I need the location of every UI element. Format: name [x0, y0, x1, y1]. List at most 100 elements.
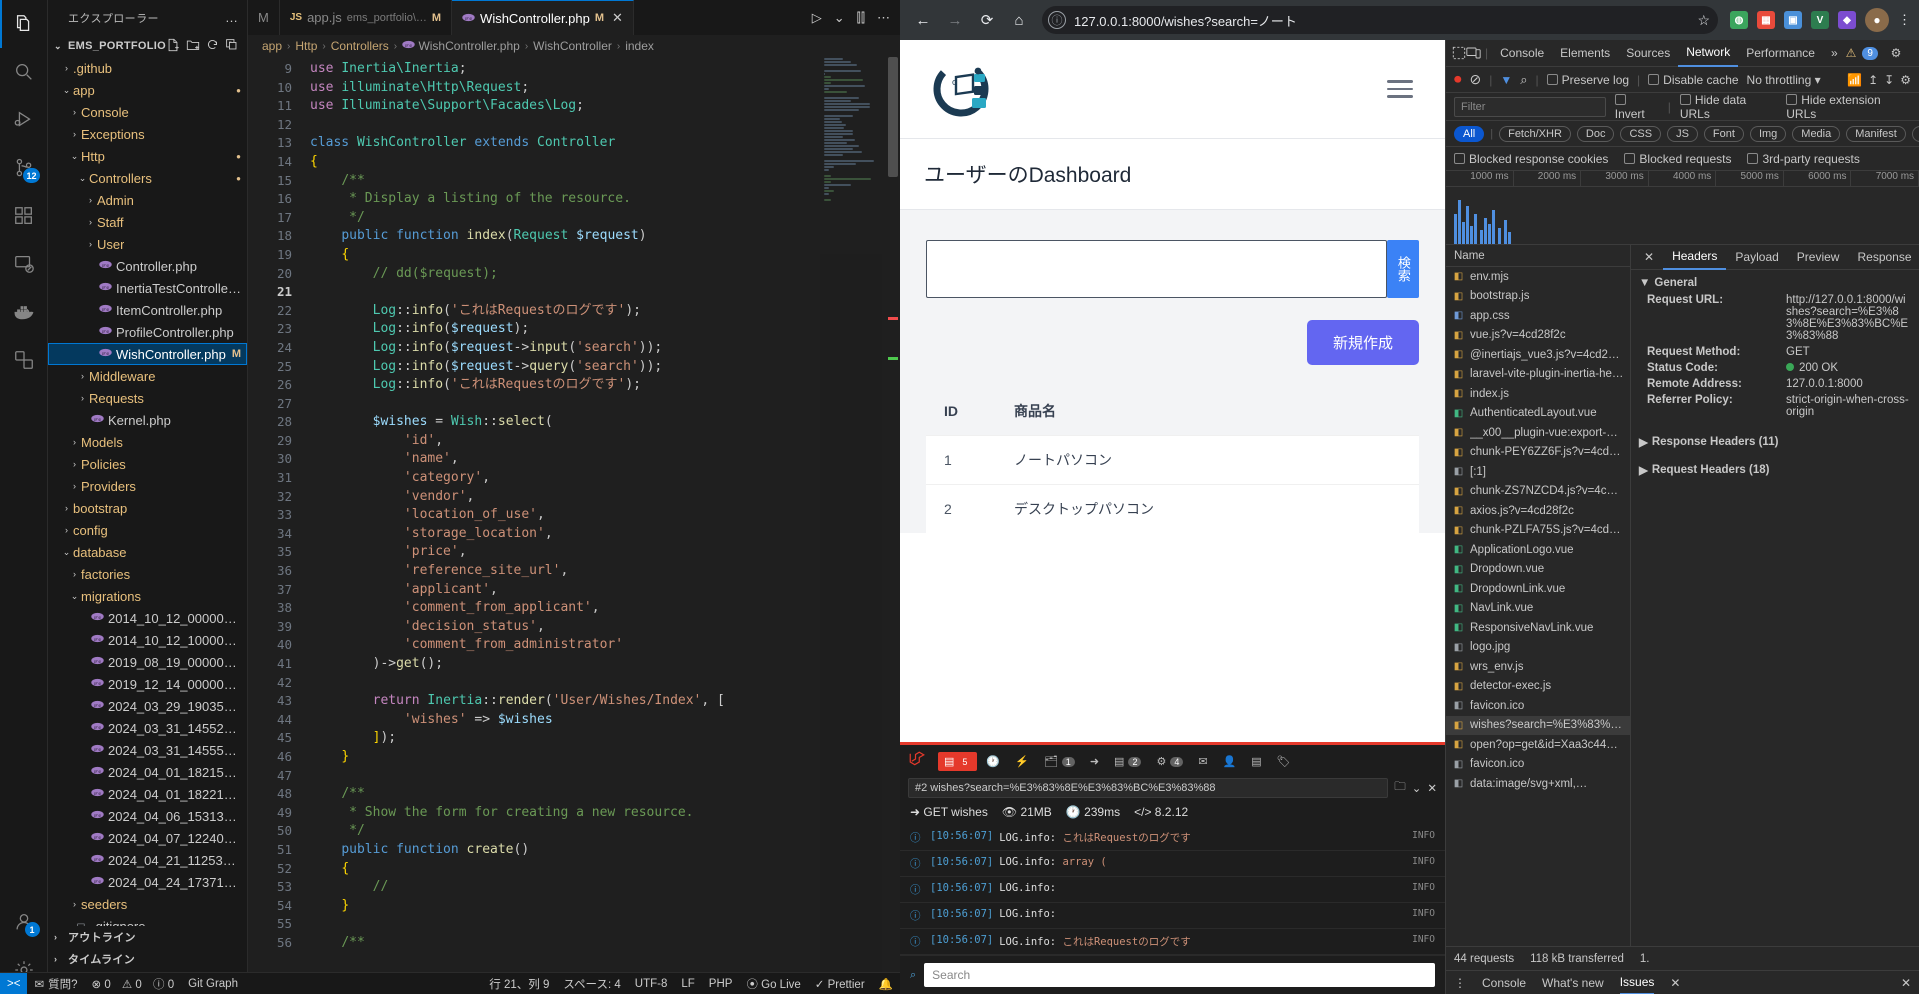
code-line[interactable]: 'wishes' => $wishes: [310, 711, 900, 730]
code-line[interactable]: use illuminate\Http\Request;: [310, 79, 900, 98]
extension-blue-icon[interactable]: ▣: [1784, 11, 1802, 29]
headers-body[interactable]: ▼ General Request URL: http://127.0.0.1:8…: [1631, 270, 1919, 946]
code-line[interactable]: Log::info($request->query('search'));: [310, 358, 900, 377]
code-line[interactable]: 'vendor',: [310, 488, 900, 507]
invert-checkbox[interactable]: Invert: [1614, 93, 1659, 121]
code-line[interactable]: */: [310, 209, 900, 228]
network-request-row[interactable]: ◧ chunk-ZS7NZCD4.js?v=4cd28f2c: [1446, 482, 1630, 502]
route-tab[interactable]: ➜: [1084, 752, 1105, 771]
tree-file[interactable]: php Controller.php: [48, 255, 247, 277]
clear-network-icon[interactable]: ⊘: [1470, 71, 1482, 88]
tree-file[interactable]: ◻.gitignore: [48, 915, 247, 927]
network-request-row[interactable]: ◧ chunk-PZLFA75S.js?v=4cd28f2c: [1446, 521, 1630, 541]
blocked-requests-checkbox[interactable]: Blocked requests: [1624, 152, 1731, 166]
breadcrumb-item[interactable]: WishController: [533, 39, 612, 53]
code-line[interactable]: use Inertia\Inertia;: [310, 60, 900, 79]
editor-tabs[interactable]: M JS app.js ems_portfolio\… Mphp WishControll…: [248, 0, 900, 35]
editor-tab[interactable]: M: [248, 0, 280, 35]
type-filter-media[interactable]: Media: [1792, 125, 1841, 142]
type-filter-font[interactable]: Font: [1703, 125, 1744, 142]
extension-purple-icon[interactable]: ◆: [1838, 11, 1856, 29]
code-line[interactable]: 'comment_from_administrator': [310, 636, 900, 655]
editor-tab[interactable]: php WishController.php M ✕: [452, 0, 634, 35]
explorer-icon[interactable]: [0, 0, 48, 48]
network-request-row[interactable]: ◧ open?op=get&id=Xaa3c44bf6…: [1446, 735, 1630, 755]
extension-v-icon[interactable]: V: [1811, 11, 1829, 29]
network-request-row[interactable]: ◧ index.js: [1446, 384, 1630, 404]
type-filter-manifest[interactable]: Manifest: [1846, 125, 1906, 142]
network-request-row[interactable]: ◧ Dropdown.vue: [1446, 560, 1630, 580]
tree-folder[interactable]: ⌄ app ●: [48, 79, 247, 101]
create-new-button[interactable]: 新規作成: [1306, 320, 1419, 365]
back-icon[interactable]: ←: [908, 5, 938, 35]
tree-file[interactable]: php ItemController.php: [48, 299, 247, 321]
timeline-section[interactable]: › タイムライン: [48, 948, 247, 970]
search-input[interactable]: [926, 240, 1387, 298]
new-folder-icon[interactable]: [186, 38, 200, 55]
code-content[interactable]: use Inertia\Inertia; use illuminate\Http\…: [300, 57, 900, 994]
testing-icon[interactable]: [0, 336, 48, 384]
code-line[interactable]: Log::info('これはRequestのログです');: [310, 376, 900, 395]
type-filter-css[interactable]: CSS: [1620, 125, 1662, 142]
code-line[interactable]: [310, 395, 900, 414]
tree-folder[interactable]: › seeders: [48, 893, 247, 915]
close-icon[interactable]: ✕: [1427, 781, 1437, 795]
code-line[interactable]: //: [310, 878, 900, 897]
export-har-icon[interactable]: ↧: [1884, 73, 1894, 87]
detail-tab-preview[interactable]: Preview: [1788, 245, 1849, 270]
code-line[interactable]: 'decision_status',: [310, 618, 900, 637]
tree-file[interactable]: php ProfileController.php: [48, 321, 247, 343]
breadcrumb[interactable]: app › Http › Controllers › php WishController.…: [248, 35, 900, 57]
code-line[interactable]: 'reference_site_url',: [310, 562, 900, 581]
outline-section[interactable]: › アウトライン: [48, 926, 247, 948]
scrollbar-thumb[interactable]: [888, 57, 898, 177]
split-editor-icon[interactable]: ⫿⫿: [857, 10, 865, 26]
git-graph-button[interactable]: Git Graph: [181, 973, 245, 994]
detail-close-icon[interactable]: ✕: [1635, 245, 1663, 270]
network-request-row[interactable]: ◧ laravel-vite-plugin-inertia-help…: [1446, 365, 1630, 385]
network-request-row[interactable]: ◧ DropdownLink.vue: [1446, 579, 1630, 599]
detail-tab-response[interactable]: Response: [1848, 245, 1919, 270]
request-rows[interactable]: ◧ env.mjs ◧ bootstrap.js ◧ app.css ◧ vue.js?v=4…: [1446, 267, 1630, 946]
filter-input[interactable]: Filter: [1454, 96, 1606, 117]
detail-tab-payload[interactable]: Payload: [1726, 245, 1787, 270]
folder-icon[interactable]: 🗀: [1394, 779, 1406, 798]
code-line[interactable]: {: [310, 153, 900, 172]
code-line[interactable]: 'storage_location',: [310, 525, 900, 544]
tree-file[interactable]: php 2024_03_31_145525_create_staff…: [48, 717, 247, 739]
code-line[interactable]: 'applicant',: [310, 581, 900, 600]
search-icon[interactable]: ⌕: [1520, 72, 1527, 88]
run-debug-icon[interactable]: [0, 96, 48, 144]
code-line[interactable]: * Display a listing of the resource.: [310, 190, 900, 209]
drawer-tab-console[interactable]: Console: [1482, 976, 1526, 990]
network-request-row[interactable]: ◧ ApplicationLogo.vue: [1446, 540, 1630, 560]
tree-folder[interactable]: › config: [48, 519, 247, 541]
run-chevron-icon[interactable]: ⌄: [834, 10, 845, 26]
drawer-tab-issues[interactable]: Issues: [1619, 971, 1655, 994]
import-har-icon[interactable]: ↥: [1868, 73, 1878, 87]
encoding[interactable]: UTF-8: [628, 973, 675, 994]
tree-folder[interactable]: › Middleware: [48, 365, 247, 387]
gate-tab[interactable]: ▤: [1245, 752, 1267, 771]
chevron-down-icon[interactable]: ⌄: [1412, 781, 1422, 795]
reload-icon[interactable]: ⟳: [972, 5, 1002, 35]
general-group[interactable]: ▼ General: [1631, 274, 1919, 292]
code-line[interactable]: 'category',: [310, 469, 900, 488]
breadcrumb-item[interactable]: index: [625, 39, 654, 53]
code-line[interactable]: Log::info($request->input('search'));: [310, 339, 900, 358]
code-line[interactable]: Log::info($request);: [310, 320, 900, 339]
tree-folder[interactable]: › bootstrap: [48, 497, 247, 519]
drawer-close-right-icon[interactable]: ✕: [1901, 976, 1911, 990]
table-row[interactable]: 1 ノートパソコン: [926, 435, 1419, 485]
detail-tab-headers[interactable]: Headers: [1663, 245, 1727, 270]
debugbar-request-select[interactable]: #2 wishes?search=%E3%83%8E%E3%83%BC%E3%8…: [908, 778, 1389, 798]
code-line[interactable]: 'location_of_use',: [310, 506, 900, 525]
code-line[interactable]: return Inertia::render('User/Wishes/Inde…: [310, 692, 900, 711]
throttling-select[interactable]: No throttling ▾: [1747, 73, 1821, 87]
type-filter-all[interactable]: All: [1454, 125, 1485, 142]
debugbar-search-input[interactable]: Search: [924, 963, 1435, 987]
network-request-row[interactable]: ◧ app.css: [1446, 306, 1630, 326]
drawer-close-icon[interactable]: ✕: [1670, 976, 1680, 990]
code-line[interactable]: public function create(): [310, 841, 900, 860]
docker-icon[interactable]: [0, 288, 48, 336]
